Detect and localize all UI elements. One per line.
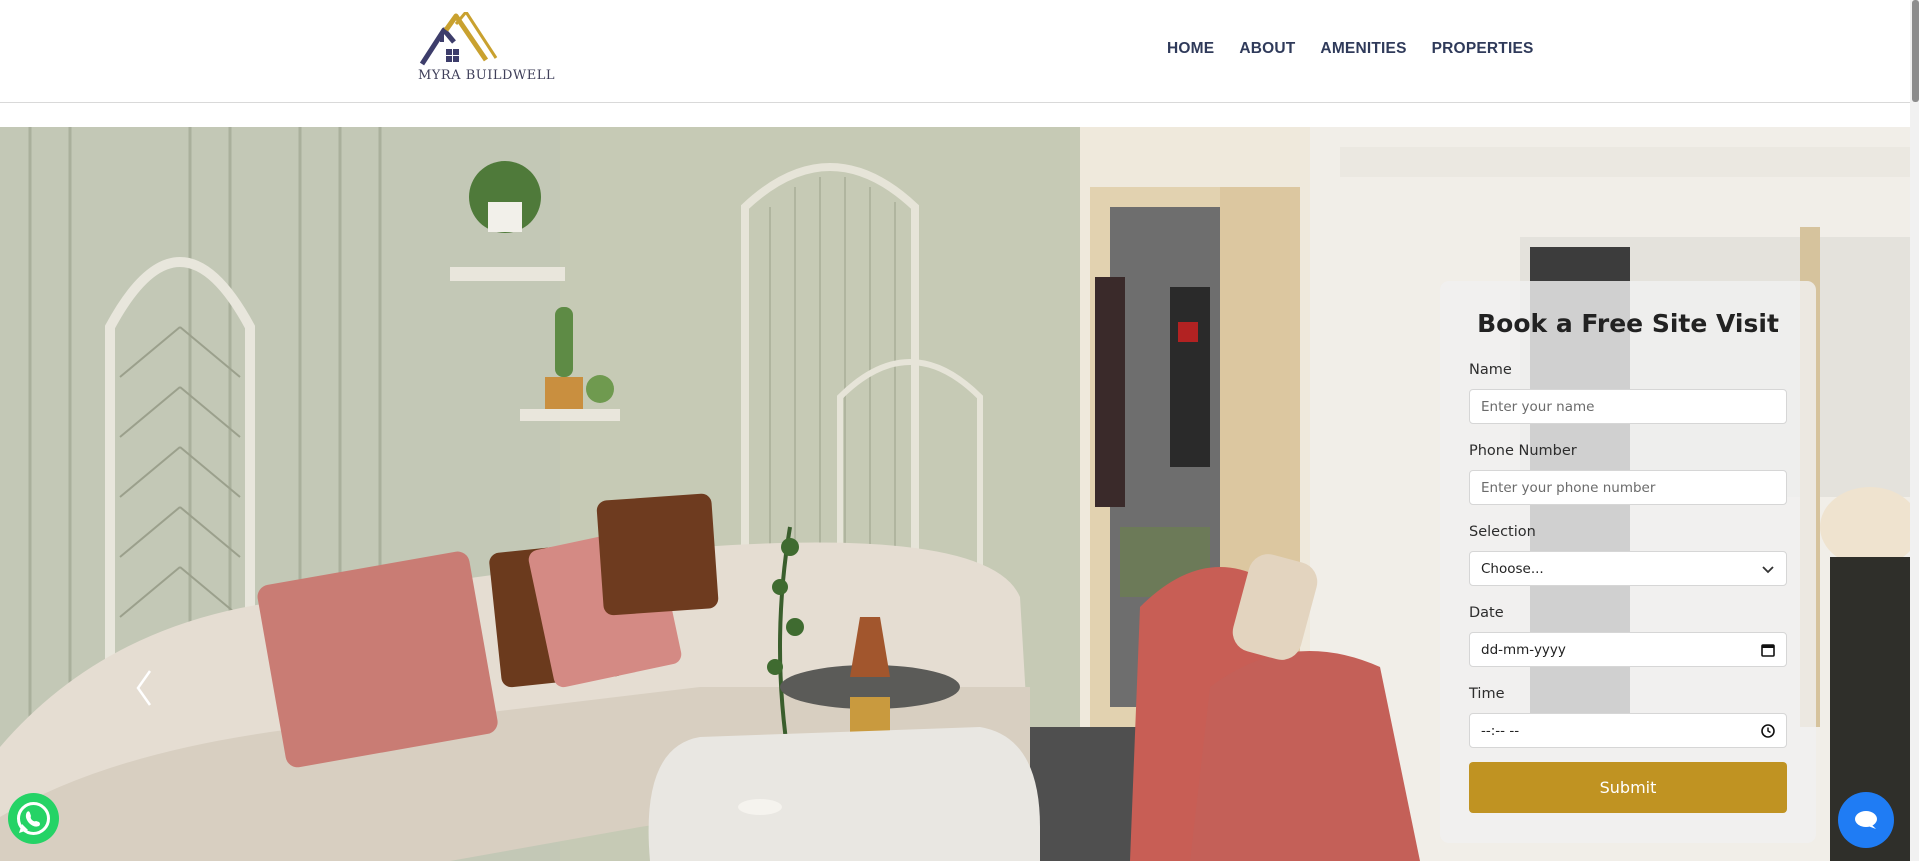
calendar-icon[interactable] [1760, 642, 1776, 658]
chat-icon [1855, 811, 1877, 829]
name-input[interactable]: Enter your name [1469, 389, 1787, 424]
selection-dropdown[interactable]: Choose... [1469, 551, 1787, 586]
page-scrollbar[interactable] [1910, 0, 1919, 861]
site-header: MYRA BUILDWELL HOME ABOUT AMENITIES PROP… [0, 0, 1910, 104]
phone-placeholder: Enter your phone number [1481, 479, 1656, 496]
phone-label: Phone Number [1469, 443, 1577, 459]
whatsapp-button[interactable] [8, 793, 59, 844]
brand-name: MYRA BUILDWELL [418, 68, 556, 83]
selection-label: Selection [1469, 524, 1536, 540]
main-nav: HOME ABOUT AMENITIES PROPERTIES [1167, 40, 1534, 58]
chevron-left-icon [136, 670, 152, 706]
time-input[interactable]: --:-- -- [1469, 713, 1787, 748]
selection-value: Choose... [1481, 560, 1544, 577]
date-placeholder: dd-mm-yyyy [1481, 641, 1566, 658]
scrollbar-thumb[interactable] [1912, 0, 1919, 102]
house-logo-icon [419, 12, 498, 66]
chevron-down-icon [1762, 566, 1774, 574]
brand-logo[interactable]: MYRA BUILDWELL [416, 12, 555, 84]
name-label: Name [1469, 362, 1512, 378]
clock-icon[interactable] [1760, 723, 1776, 739]
form-title: Book a Free Site Visit [1477, 309, 1779, 338]
name-placeholder: Enter your name [1481, 398, 1595, 415]
nav-properties[interactable]: PROPERTIES [1432, 40, 1534, 58]
nav-home[interactable]: HOME [1167, 40, 1214, 58]
time-placeholder: --:-- -- [1481, 722, 1520, 739]
nav-amenities[interactable]: AMENITIES [1320, 40, 1406, 58]
header-divider [0, 102, 1910, 103]
chat-button[interactable] [1838, 792, 1894, 848]
submit-button[interactable]: Submit [1469, 762, 1787, 813]
carousel-prev-button[interactable] [132, 667, 160, 709]
whatsapp-icon [17, 802, 50, 835]
time-label: Time [1469, 686, 1505, 702]
phone-input[interactable]: Enter your phone number [1469, 470, 1787, 505]
site-visit-form: Book a Free Site Visit Name Enter your n… [1440, 281, 1816, 843]
date-input[interactable]: dd-mm-yyyy [1469, 632, 1787, 667]
nav-about[interactable]: ABOUT [1239, 40, 1295, 58]
date-label: Date [1469, 605, 1504, 621]
